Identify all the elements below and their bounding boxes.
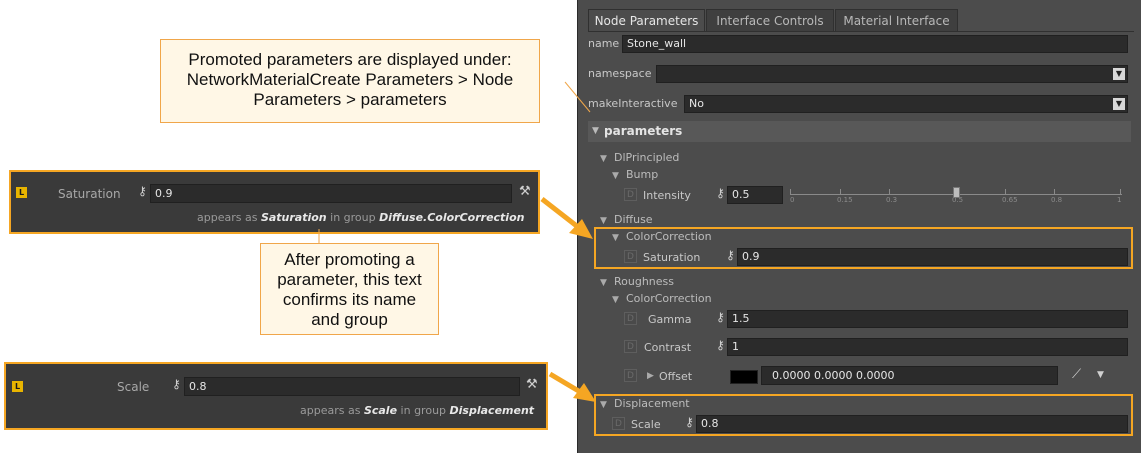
connector-overlay xyxy=(318,81,596,402)
arrow-saturation-shaft xyxy=(540,197,580,229)
connector-line-top xyxy=(564,81,591,113)
arrow-scale-shaft xyxy=(548,371,584,396)
